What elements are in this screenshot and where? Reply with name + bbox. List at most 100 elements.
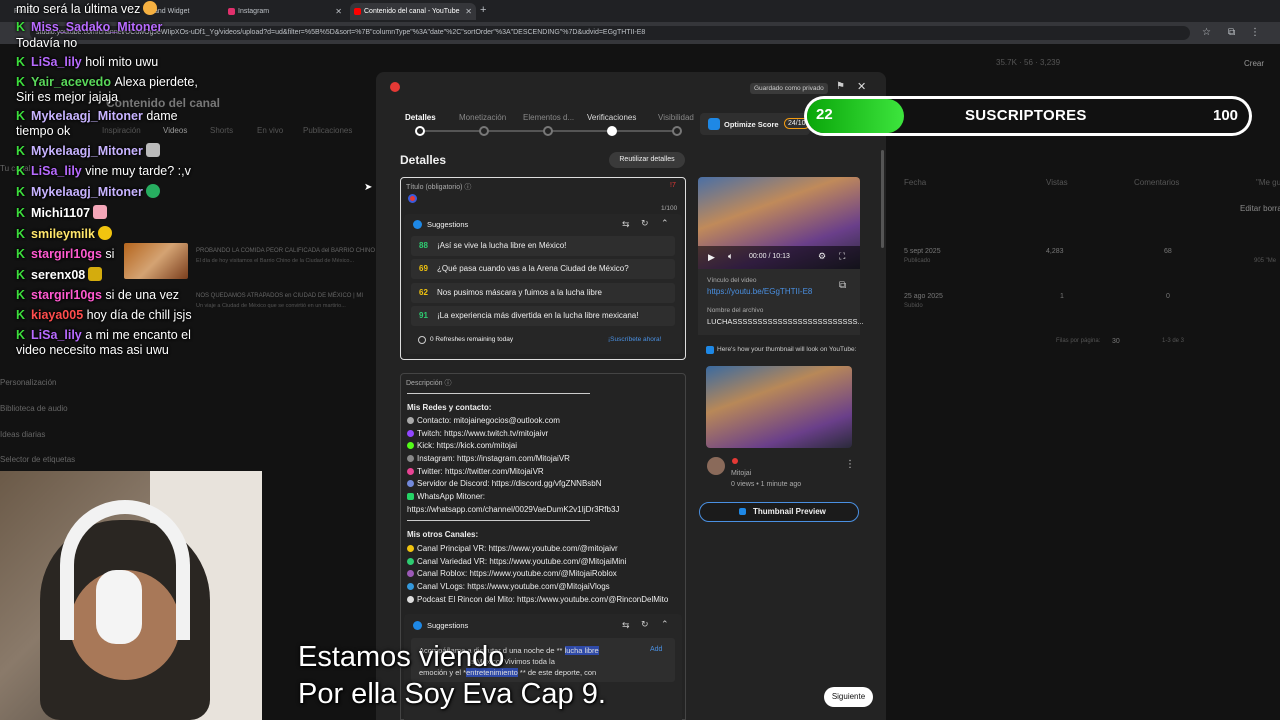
instagram-icon <box>228 8 235 15</box>
channel-icon <box>407 545 414 552</box>
step-verificaciones[interactable]: Verificaciones <box>587 113 636 122</box>
chat-line: K Mykelaagj_Mitoner <box>16 143 160 158</box>
play-icon[interactable]: ▶ <box>708 252 715 263</box>
description-line: Canal VLogs: https://www.youtube.com/@Mi… <box>407 582 610 591</box>
swap-icon[interactable]: ⇆ <box>622 620 630 631</box>
url-input[interactable]: studio.youtube.com/channel/UCuwOgJeWIipX… <box>30 26 1190 40</box>
record-indicator-icon <box>390 82 400 92</box>
close-dialog-button[interactable]: ✕ <box>857 80 866 93</box>
emote-icon <box>145 143 160 157</box>
chevron-up-icon[interactable]: ⌃ <box>661 218 669 229</box>
refresh-icon[interactable]: ↻ <box>641 218 649 229</box>
emoji-icon <box>145 184 160 198</box>
video-row-title[interactable]: NOS QUEDAMOS ATRAPADOS en CIUDAD DE MÉXI… <box>196 293 363 299</box>
title-suggestion[interactable]: 91 ¡La experiencia más divertida en la lu… <box>411 306 675 326</box>
new-tab-button[interactable]: + <box>480 4 486 16</box>
tab-en-vivo[interactable]: En vivo <box>257 126 283 135</box>
swap-icon[interactable]: ⇆ <box>622 219 630 230</box>
copy-icon[interactable]: ⧉ <box>839 280 846 291</box>
emote-icon <box>93 205 108 219</box>
title-warning-badge: !7 <box>670 182 676 189</box>
subscribe-now-link[interactable]: ¡Suscríbete ahora! <box>608 336 661 343</box>
video-link-label: Vínculo del video <box>707 277 757 284</box>
channel-icon <box>407 558 414 565</box>
video-row-title[interactable]: PROBANDO LA COMIDA PEOR CALIFICADA del B… <box>196 248 375 254</box>
chat-line: K Mykelaagj_Mitoner dame <box>16 109 178 123</box>
menu-icon[interactable]: ⋮ <box>1250 27 1260 38</box>
subscriber-goal: 100 <box>1213 107 1239 124</box>
description-line: Canal Variedad VR: https://www.youtube.c… <box>407 557 626 566</box>
tab-videos[interactable]: Videos <box>163 126 187 135</box>
subscriber-label: SUSCRIPTORES <box>965 107 1087 124</box>
volume-icon[interactable]: 🔈︎ <box>728 251 733 262</box>
subtitle-line: Estamos viendo <box>298 641 505 673</box>
file-name: LUCHASSSSSSSSSSSSSSSSSSSSSSSSS... <box>707 317 864 326</box>
divider <box>407 520 590 521</box>
star-icon[interactable]: ☆ <box>1202 27 1211 38</box>
video-link[interactable]: https://youtu.be/EGgTHTII-E8 <box>707 287 812 296</box>
chat-line: Siri es mejor jajaja <box>16 90 119 104</box>
scrollbar[interactable] <box>881 150 884 248</box>
browser-tab[interactable]: Instagram ✕ <box>224 3 346 20</box>
page-title: Contenido del canal <box>106 96 221 110</box>
chat-line: K Michi1107 <box>16 205 108 220</box>
optimize-score-label: Optimize Score <box>724 120 779 129</box>
reuse-details-button[interactable]: Reutilizar detalles <box>609 152 685 168</box>
section-title: Detalles <box>400 153 447 167</box>
step-elementos[interactable]: Elementos d... <box>523 113 574 122</box>
step-dot-done <box>607 126 617 136</box>
chevron-up-icon[interactable]: ⌃ <box>661 619 669 630</box>
close-icon[interactable]: ✕ <box>335 3 342 20</box>
edit-draft-button[interactable]: Editar borra <box>1240 204 1280 213</box>
video-time: 00:00 / 10:13 <box>749 253 790 260</box>
chat-line: K LiSa_lily vine muy tarde? :,v <box>16 164 191 178</box>
tab-label: Contenido del canal - YouTube <box>364 8 460 15</box>
close-icon[interactable]: ✕ <box>465 3 472 20</box>
channel-icon <box>407 570 414 577</box>
title-suggestion[interactable]: 88 ¡Así se vive la lucha libre en México! <box>411 236 675 256</box>
add-suggestion-button[interactable]: Add <box>650 646 662 653</box>
subscriber-count: 22 <box>816 106 833 123</box>
emoji-icon <box>143 1 158 15</box>
title-char-counter: 1/100 <box>661 205 678 212</box>
step-detalles[interactable]: Detalles <box>405 113 436 122</box>
title-suggestion[interactable]: 62 Nos pusimos máscara y fuimos a la luch… <box>411 283 675 303</box>
tab-shorts[interactable]: Shorts <box>210 126 233 135</box>
chat-line: K Miss_Sadako_Mitoner <box>16 20 163 34</box>
extensions-icon[interactable]: ⧉ <box>1228 27 1235 38</box>
sidebar-item-customization[interactable]: Personalización <box>0 378 56 387</box>
chat-line: K Mykelaagj_Mitoner <box>16 184 160 199</box>
browser-tab-active[interactable]: Contenido del canal - YouTube ✕ <box>350 3 476 20</box>
chat-line: mito será la última vez <box>16 1 158 16</box>
more-options-icon[interactable]: ⋮ <box>845 459 855 470</box>
column-date[interactable]: Fecha <box>904 178 926 187</box>
sidebar-item-daily-ideas[interactable]: Ideas diarias <box>0 430 45 439</box>
step-visibilidad[interactable]: Visibilidad <box>658 113 694 122</box>
refreshes-remaining: 0 Refreshes remaining today <box>430 336 514 343</box>
feedback-icon[interactable]: ⚑ <box>836 81 845 92</box>
rows-per-page-label: Filas por página: <box>1056 338 1101 344</box>
step-monetizacion[interactable]: Monetización <box>459 113 506 122</box>
tab-publicaciones[interactable]: Publicaciones <box>303 126 352 135</box>
channel-name: Mitojai <box>731 470 752 477</box>
suggestions-logo-icon <box>413 621 422 630</box>
sidebar-item-audio-library[interactable]: Biblioteca de audio <box>0 404 68 413</box>
refresh-icon[interactable]: ↻ <box>641 619 649 630</box>
tab-inspiracion[interactable]: Inspiración <box>102 126 141 135</box>
create-button[interactable]: Crear <box>1244 59 1264 68</box>
divider <box>407 393 590 394</box>
emote-icon <box>88 267 103 281</box>
video-row-desc: Un viaje a Ciudad de México que se convi… <box>196 303 346 309</box>
optimize-logo-icon <box>708 118 720 130</box>
settings-icon[interactable]: ⚙ <box>818 251 826 262</box>
fullscreen-icon[interactable]: ⛶ <box>839 251 845 262</box>
rows-per-page-select[interactable]: 30 <box>1112 338 1120 345</box>
step-dot <box>543 126 553 136</box>
header-stats: 35.7K · 56 · 3,239 <box>996 58 1061 67</box>
sidebar-item-tag-selector[interactable]: Selector de etiquetas <box>0 455 75 464</box>
next-button[interactable]: Siguiente <box>824 687 873 707</box>
title-suggestion[interactable]: 69 ¿Qué pasa cuando vas a la Arena Ciudad… <box>411 259 675 279</box>
thumbnail-preview-label: Thumbnail Preview <box>753 507 826 516</box>
chat-line: K LiSa_lily holi mito uwu <box>16 55 159 69</box>
thumbnail-tool-icon <box>706 346 714 354</box>
